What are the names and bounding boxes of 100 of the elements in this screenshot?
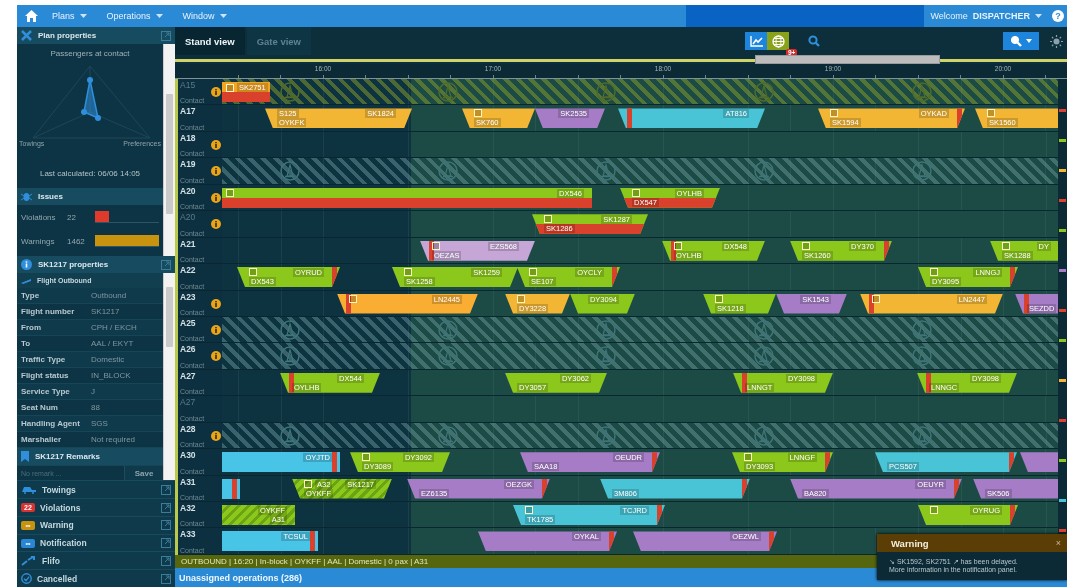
stand-label: A21 bbox=[180, 238, 196, 249]
popout-icon[interactable] bbox=[161, 520, 171, 531]
scroll-thumb[interactable] bbox=[166, 287, 173, 348]
info-icon[interactable] bbox=[211, 219, 221, 230]
cone-icon bbox=[754, 82, 774, 102]
cone-icon bbox=[438, 161, 458, 182]
nav-menu[interactable]: Plans bbox=[52, 11, 87, 21]
issue-label: Warnings bbox=[21, 236, 56, 246]
help-button[interactable]: ? bbox=[1052, 10, 1064, 22]
info-icon[interactable] bbox=[211, 351, 221, 362]
info-icon[interactable] bbox=[211, 87, 221, 97]
property-key: Seat Num bbox=[21, 403, 91, 413]
panel-item-label: Towings bbox=[42, 484, 76, 495]
caret-icon bbox=[219, 14, 227, 18]
info-icon bbox=[21, 259, 32, 271]
panel-item[interactable]: Towings bbox=[17, 480, 175, 499]
property-key: Flight status bbox=[21, 371, 91, 381]
stand-label: A27 bbox=[180, 370, 196, 381]
cone-icon bbox=[912, 161, 932, 182]
info-icon[interactable] bbox=[211, 324, 221, 335]
property-key: Type bbox=[21, 291, 91, 301]
user-menu[interactable]: Welcome DISPATCHER bbox=[930, 11, 1042, 21]
caret-icon bbox=[1026, 39, 1032, 43]
panel-item-label: Notification bbox=[40, 538, 87, 549]
cone-icon bbox=[280, 161, 300, 182]
close-button[interactable]: × bbox=[1055, 538, 1061, 548]
stand-label: A28 bbox=[180, 423, 196, 434]
timeline-overview[interactable] bbox=[175, 55, 1067, 64]
stand-label: A20 bbox=[180, 185, 196, 196]
cone-icon bbox=[596, 82, 616, 102]
property-key: Marshaller bbox=[21, 435, 91, 445]
popout-icon[interactable] bbox=[161, 573, 171, 584]
panel-item[interactable]: Flifo bbox=[17, 551, 175, 570]
panel-item[interactable]: Cancelled bbox=[17, 569, 175, 587]
panel-item-label: Warning bbox=[40, 520, 74, 531]
info-icon[interactable] bbox=[211, 430, 221, 441]
brightness-button[interactable] bbox=[1049, 32, 1063, 50]
info-icon[interactable] bbox=[211, 166, 221, 177]
property-value: Not required bbox=[91, 435, 136, 445]
info-icon[interactable] bbox=[211, 298, 221, 309]
popout-icon[interactable] bbox=[161, 538, 171, 549]
chart-button[interactable] bbox=[745, 32, 767, 50]
view-tab[interactable]: Gate view bbox=[246, 27, 311, 55]
nav-menu[interactable]: Operations bbox=[106, 11, 163, 21]
warning-title: Warning bbox=[891, 537, 929, 549]
cone-icon bbox=[438, 319, 458, 340]
property-value: IN_BLOCK bbox=[91, 371, 131, 381]
stand-label: A19 bbox=[180, 159, 196, 170]
popout-icon[interactable] bbox=[161, 259, 171, 270]
cone-icon bbox=[280, 346, 300, 367]
bookmark-icon bbox=[21, 451, 29, 463]
issue-count: 22 bbox=[67, 212, 77, 222]
property-value: 88 bbox=[91, 403, 100, 413]
range-handle[interactable] bbox=[755, 55, 940, 64]
issue-label: Violations bbox=[21, 212, 57, 222]
property-value: SK1217 bbox=[91, 307, 120, 317]
search-icon bbox=[1010, 35, 1022, 47]
popout-icon[interactable] bbox=[161, 484, 171, 495]
panel-item-label: Violations bbox=[40, 502, 81, 513]
cone-icon bbox=[280, 425, 300, 446]
property-key: From bbox=[21, 323, 91, 333]
flight-bar[interactable] bbox=[222, 478, 240, 499]
info-icon[interactable] bbox=[211, 192, 221, 203]
search-icon bbox=[808, 35, 820, 47]
scroll-thumb[interactable] bbox=[166, 94, 173, 214]
property-key: Service Type bbox=[21, 387, 91, 397]
flight-bar[interactable] bbox=[1020, 452, 1058, 473]
property-value: J bbox=[91, 387, 95, 397]
stand-label: A26 bbox=[180, 344, 196, 355]
vehicle-icon bbox=[21, 485, 37, 495]
line-chart-icon bbox=[749, 35, 763, 47]
nav-menu[interactable]: Window bbox=[182, 11, 227, 21]
panel-header[interactable]: Plan properties bbox=[17, 27, 175, 44]
sun-icon bbox=[1049, 34, 1063, 48]
property-value: SGS bbox=[91, 419, 108, 429]
popout-icon[interactable] bbox=[161, 30, 171, 41]
stand-label: A25 bbox=[180, 317, 196, 328]
property-key: Flight number bbox=[21, 307, 91, 317]
cone-icon bbox=[596, 161, 616, 182]
panel-header[interactable]: Issues bbox=[17, 188, 163, 205]
last-calculated: Last calculated: 06/06 14:05 bbox=[38, 169, 142, 178]
cone-icon bbox=[280, 82, 300, 102]
stand-label: A15 bbox=[180, 80, 196, 90]
cone-icon bbox=[912, 82, 932, 102]
scrollbar[interactable] bbox=[163, 44, 175, 257]
stand-label: A31 bbox=[180, 476, 196, 487]
scrollbar[interactable] bbox=[163, 273, 175, 481]
popout-icon[interactable] bbox=[161, 555, 171, 566]
panel-header[interactable]: SK1217 properties bbox=[17, 256, 175, 274]
stand-label: A22 bbox=[180, 265, 196, 276]
popout-icon[interactable] bbox=[161, 502, 171, 513]
view-tab[interactable]: Stand view bbox=[175, 27, 245, 55]
zoom-button[interactable] bbox=[1003, 32, 1039, 50]
stand-label: A20 bbox=[180, 212, 196, 223]
bar-lower-half bbox=[222, 92, 270, 102]
info-icon[interactable] bbox=[211, 139, 221, 150]
issue-count: 1462 bbox=[67, 236, 86, 246]
globe-button[interactable] bbox=[767, 32, 789, 50]
home-icon[interactable] bbox=[25, 10, 38, 22]
panel-header[interactable]: SK1217 Remarks bbox=[17, 448, 163, 466]
